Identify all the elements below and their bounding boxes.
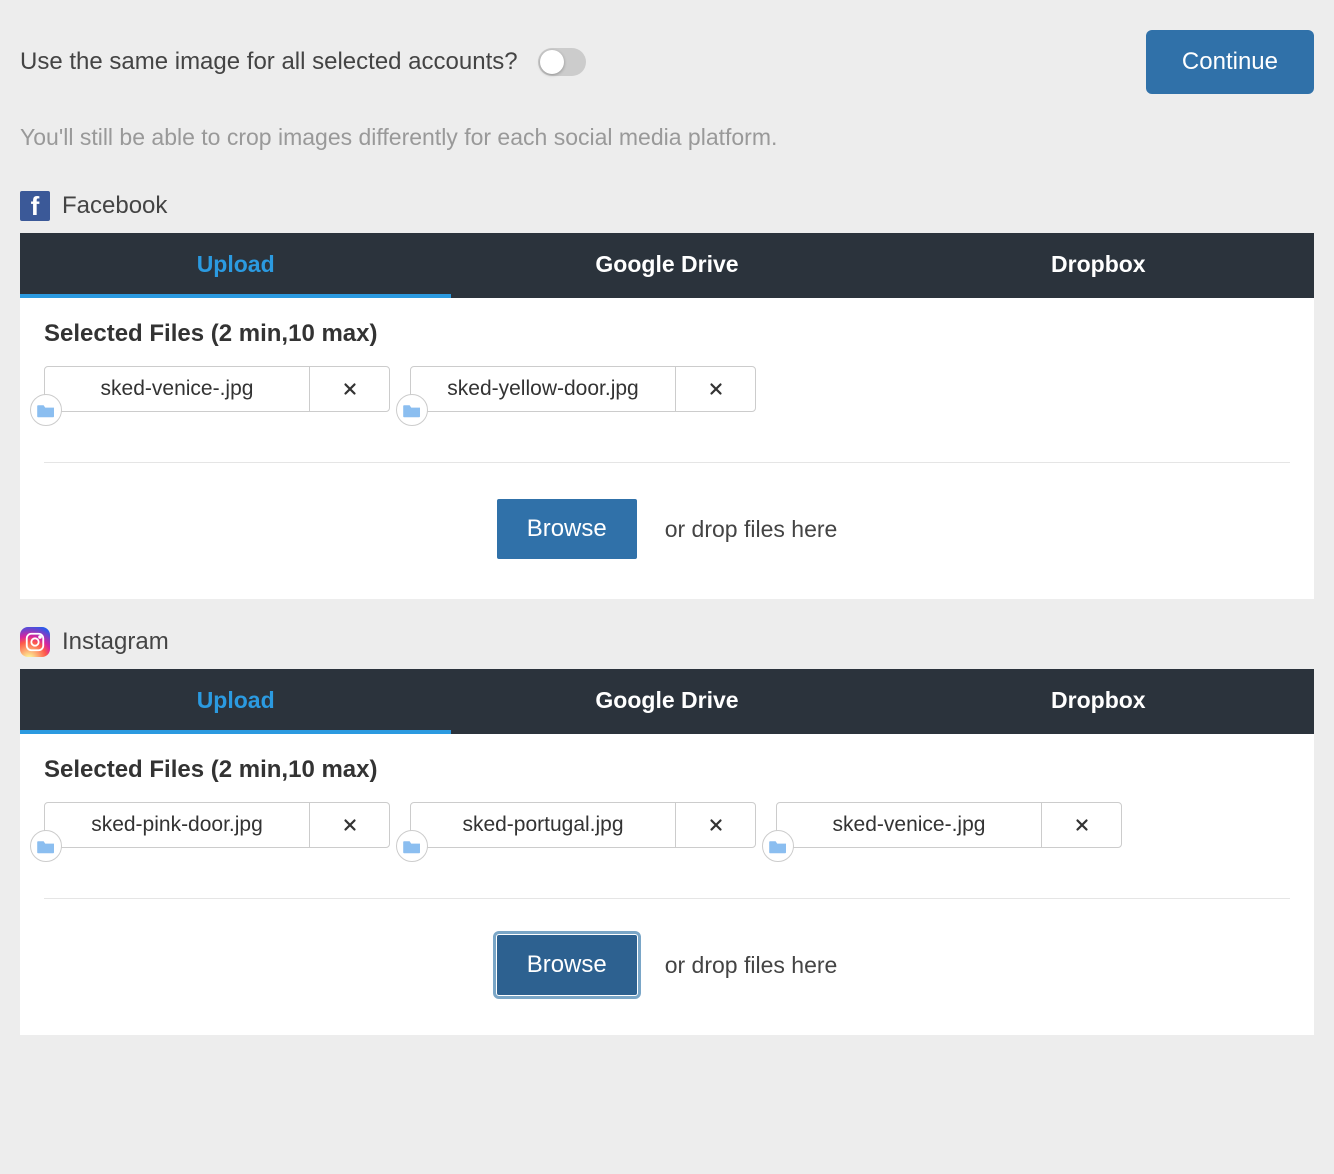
tab-upload[interactable]: Upload bbox=[20, 669, 451, 734]
tab-google-drive[interactable]: Google Drive bbox=[451, 233, 882, 298]
tab-dropbox[interactable]: Dropbox bbox=[883, 233, 1314, 298]
file-chip: sked-portugal.jpg bbox=[410, 802, 756, 848]
instagram-file-chips: sked-pink-door.jpg sked-portugal.jpg bbox=[44, 802, 1290, 899]
instagram-icon bbox=[20, 627, 50, 657]
selected-files-title: Selected Files (2 min,10 max) bbox=[44, 756, 1290, 784]
browse-button[interactable]: Browse bbox=[497, 499, 637, 559]
facebook-label: Facebook bbox=[62, 192, 167, 220]
facebook-file-chips: sked-venice-.jpg sked-yellow-door.jpg bbox=[44, 366, 1290, 463]
facebook-tabs: Upload Google Drive Dropbox bbox=[20, 233, 1314, 298]
drop-hint-text: or drop files here bbox=[665, 952, 838, 979]
instagram-label: Instagram bbox=[62, 628, 169, 656]
folder-badge-icon bbox=[30, 830, 62, 862]
same-image-toggle[interactable] bbox=[538, 48, 586, 76]
tab-dropbox[interactable]: Dropbox bbox=[883, 669, 1314, 734]
tab-google-drive[interactable]: Google Drive bbox=[451, 669, 882, 734]
close-icon bbox=[707, 816, 725, 834]
subhint-text: You'll still be able to crop images diff… bbox=[20, 124, 1314, 151]
remove-file-button[interactable] bbox=[675, 367, 755, 411]
tab-upload[interactable]: Upload bbox=[20, 233, 451, 298]
close-icon bbox=[341, 380, 359, 398]
browse-button[interactable]: Browse bbox=[497, 935, 637, 995]
remove-file-button[interactable] bbox=[309, 367, 389, 411]
remove-file-button[interactable] bbox=[309, 803, 389, 847]
file-name: sked-portugal.jpg bbox=[411, 803, 675, 847]
folder-badge-icon bbox=[30, 394, 62, 426]
folder-badge-icon bbox=[396, 830, 428, 862]
drop-hint-text: or drop files here bbox=[665, 516, 838, 543]
file-chip: sked-yellow-door.jpg bbox=[410, 366, 756, 412]
close-icon bbox=[1073, 816, 1091, 834]
selected-files-title: Selected Files (2 min,10 max) bbox=[44, 320, 1290, 348]
file-chip: sked-venice-.jpg bbox=[44, 366, 390, 412]
file-name: sked-yellow-door.jpg bbox=[411, 367, 675, 411]
file-name: sked-pink-door.jpg bbox=[45, 803, 309, 847]
same-image-toggle-label: Use the same image for all selected acco… bbox=[20, 48, 518, 76]
remove-file-button[interactable] bbox=[1041, 803, 1121, 847]
remove-file-button[interactable] bbox=[675, 803, 755, 847]
instagram-tabs: Upload Google Drive Dropbox bbox=[20, 669, 1314, 734]
continue-button[interactable]: Continue bbox=[1146, 30, 1314, 94]
file-name: sked-venice-.jpg bbox=[45, 367, 309, 411]
file-chip: sked-venice-.jpg bbox=[776, 802, 1122, 848]
facebook-panel: Selected Files (2 min,10 max) sked-venic… bbox=[20, 298, 1314, 599]
folder-badge-icon bbox=[762, 830, 794, 862]
folder-badge-icon bbox=[396, 394, 428, 426]
facebook-icon: f bbox=[20, 191, 50, 221]
toggle-knob bbox=[540, 50, 564, 74]
instagram-panel: Selected Files (2 min,10 max) sked-pink-… bbox=[20, 734, 1314, 1035]
file-chip: sked-pink-door.jpg bbox=[44, 802, 390, 848]
close-icon bbox=[341, 816, 359, 834]
file-name: sked-venice-.jpg bbox=[777, 803, 1041, 847]
close-icon bbox=[707, 380, 725, 398]
